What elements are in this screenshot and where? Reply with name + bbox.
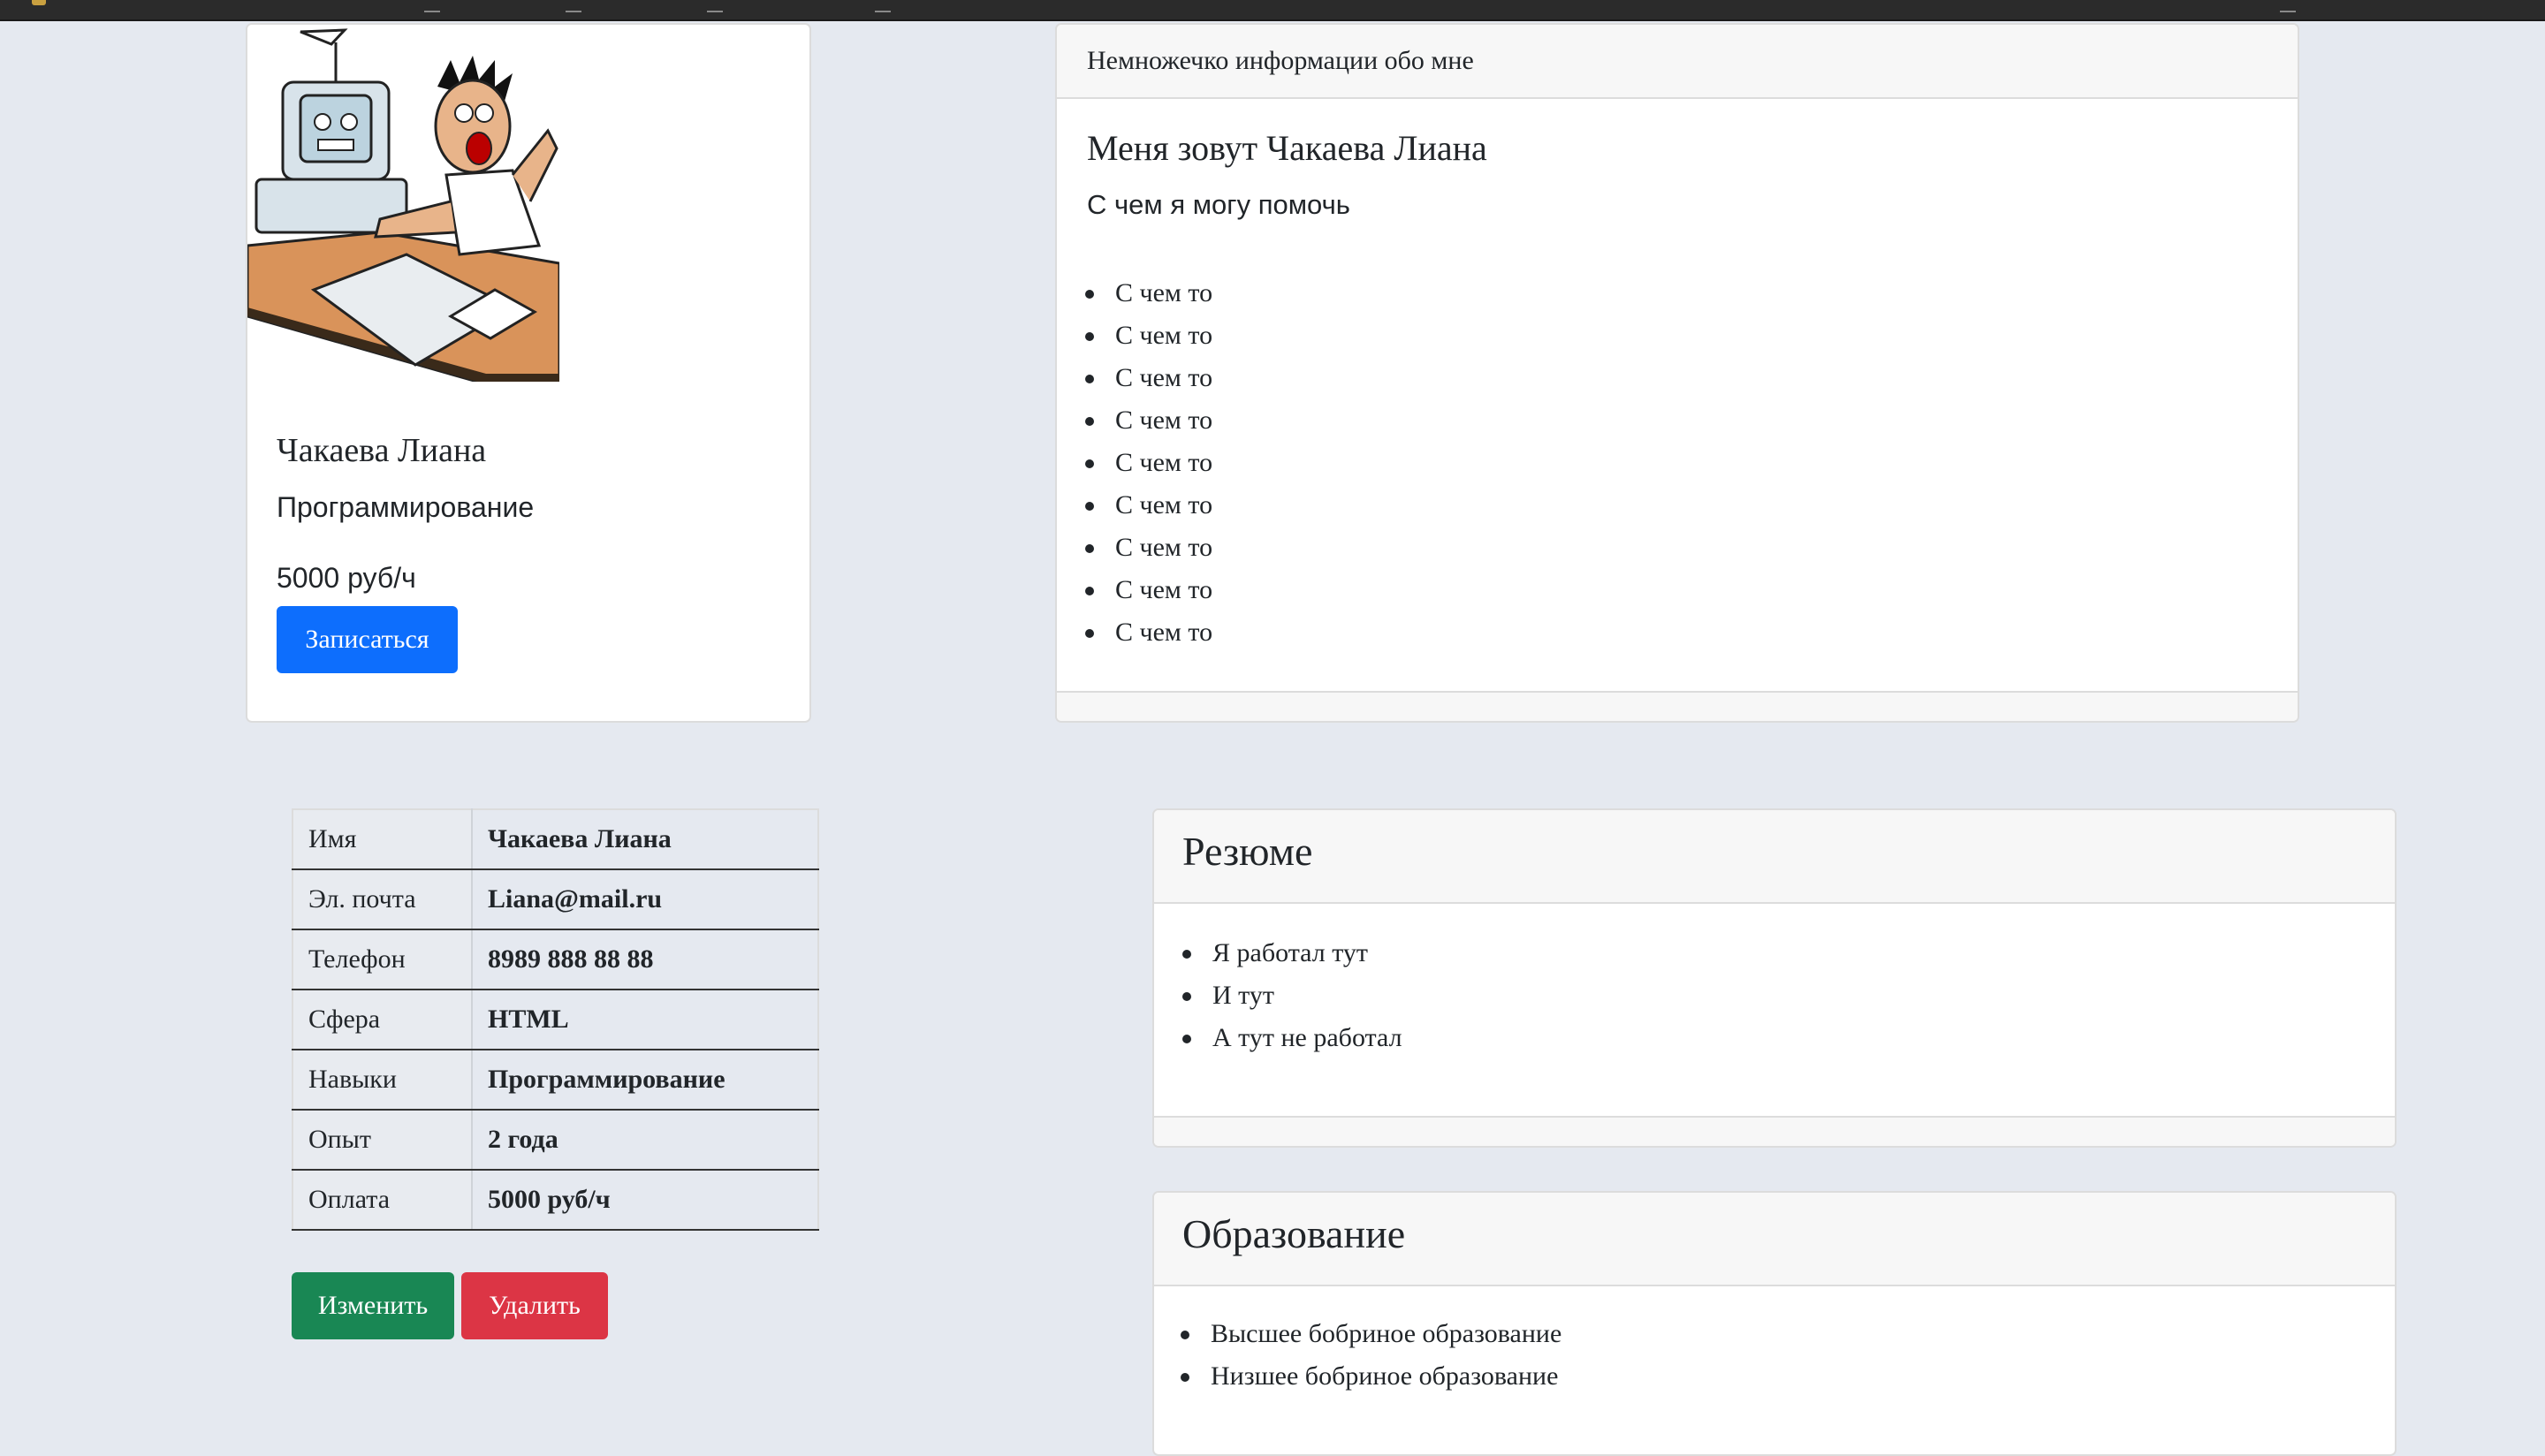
profile-price: 5000 руб/ч <box>277 562 416 594</box>
programmer-cartoon-image <box>247 28 561 383</box>
row-label: Телефон <box>292 929 473 990</box>
profile-subject: Программирование <box>277 491 535 523</box>
row-label: Навыки <box>292 1049 473 1111</box>
avatar <box>247 25 561 383</box>
list-item: Низшее бобриное образование <box>1152 1355 1561 1398</box>
list-item: С чем то <box>1057 527 1212 569</box>
education-title: Образование <box>1154 1193 2395 1286</box>
list-item: И тут <box>1154 974 1402 1017</box>
about-title: Меня зовут Чакаева Лиана <box>1087 128 1487 168</box>
toolbar-icon[interactable] <box>566 2 581 12</box>
toolbar-icon[interactable] <box>2280 2 2296 12</box>
info-table: Имя Чакаева Лиана Эл. почта Liana@mail.r… <box>292 808 819 1231</box>
list-item: С чем то <box>1057 399 1212 442</box>
row-value: 8989 888 88 88 <box>472 929 819 990</box>
delete-button[interactable]: Удалить <box>461 1272 608 1339</box>
about-card-header: Немножечко информации обо мне <box>1057 25 2298 99</box>
list-item: С чем то <box>1057 357 1212 399</box>
profile-card: Чакаева Лиана Программирование 5000 руб/… <box>246 23 811 723</box>
list-item: С чем то <box>1057 272 1212 315</box>
row-label: Имя <box>292 808 473 870</box>
about-card: Немножечко информации обо мне Меня зовут… <box>1055 23 2299 723</box>
edit-button[interactable]: Изменить <box>292 1272 454 1339</box>
row-label: Эл. почта <box>292 868 473 930</box>
table-row: Имя Чакаева Лиана <box>292 808 819 870</box>
row-value: HTML <box>472 989 819 1050</box>
row-value: Чакаева Лиана <box>472 808 819 870</box>
about-card-footer <box>1057 691 2298 721</box>
table-row: Навыки Программирование <box>292 1049 819 1111</box>
about-subtitle: С чем я могу помочь <box>1087 189 1350 220</box>
resume-title: Резюме <box>1154 810 2395 904</box>
row-label: Сфера <box>292 989 473 1050</box>
profile-name: Чакаева Лиана <box>277 432 487 469</box>
toolbar-icon[interactable] <box>875 2 891 12</box>
table-row: Телефон 8989 888 88 88 <box>292 929 819 990</box>
list-item: С чем то <box>1057 569 1212 611</box>
list-item: Высшее бобриное образование <box>1152 1313 1561 1355</box>
browser-top-bar <box>0 0 2545 21</box>
list-item: А тут не работал <box>1154 1017 1402 1059</box>
list-item: Я работал тут <box>1154 932 1402 974</box>
table-row: Сфера HTML <box>292 989 819 1050</box>
row-label: Оплата <box>292 1169 473 1231</box>
table-row: Эл. почта Liana@mail.ru <box>292 868 819 930</box>
list-item: С чем то <box>1057 484 1212 527</box>
row-value: 2 года <box>472 1109 819 1171</box>
row-label: Опыт <box>292 1109 473 1171</box>
row-value: Liana@mail.ru <box>472 868 819 930</box>
toolbar-icon[interactable] <box>424 2 440 12</box>
list-item: С чем то <box>1057 611 1212 654</box>
list-item: С чем то <box>1057 442 1212 484</box>
resume-list: Я работал тут И тут А тут не работал <box>1154 932 1402 1059</box>
resume-card: Резюме Я работал тут И тут А тут не рабо… <box>1152 808 2397 1148</box>
row-value: Программирование <box>472 1049 819 1111</box>
education-list: Высшее бобриное образование Низшее бобри… <box>1152 1313 1561 1398</box>
toolbar-icon[interactable] <box>707 2 723 12</box>
row-value: 5000 руб/ч <box>472 1169 819 1231</box>
help-list: С чем то С чем то С чем то С чем то С че… <box>1057 272 1212 654</box>
resume-card-footer <box>1154 1116 2395 1146</box>
table-row: Опыт 2 года <box>292 1109 819 1171</box>
signup-button[interactable]: Записаться <box>277 606 458 673</box>
list-item: С чем то <box>1057 315 1212 357</box>
table-row: Оплата 5000 руб/ч <box>292 1169 819 1231</box>
browser-app-icon <box>32 0 46 5</box>
